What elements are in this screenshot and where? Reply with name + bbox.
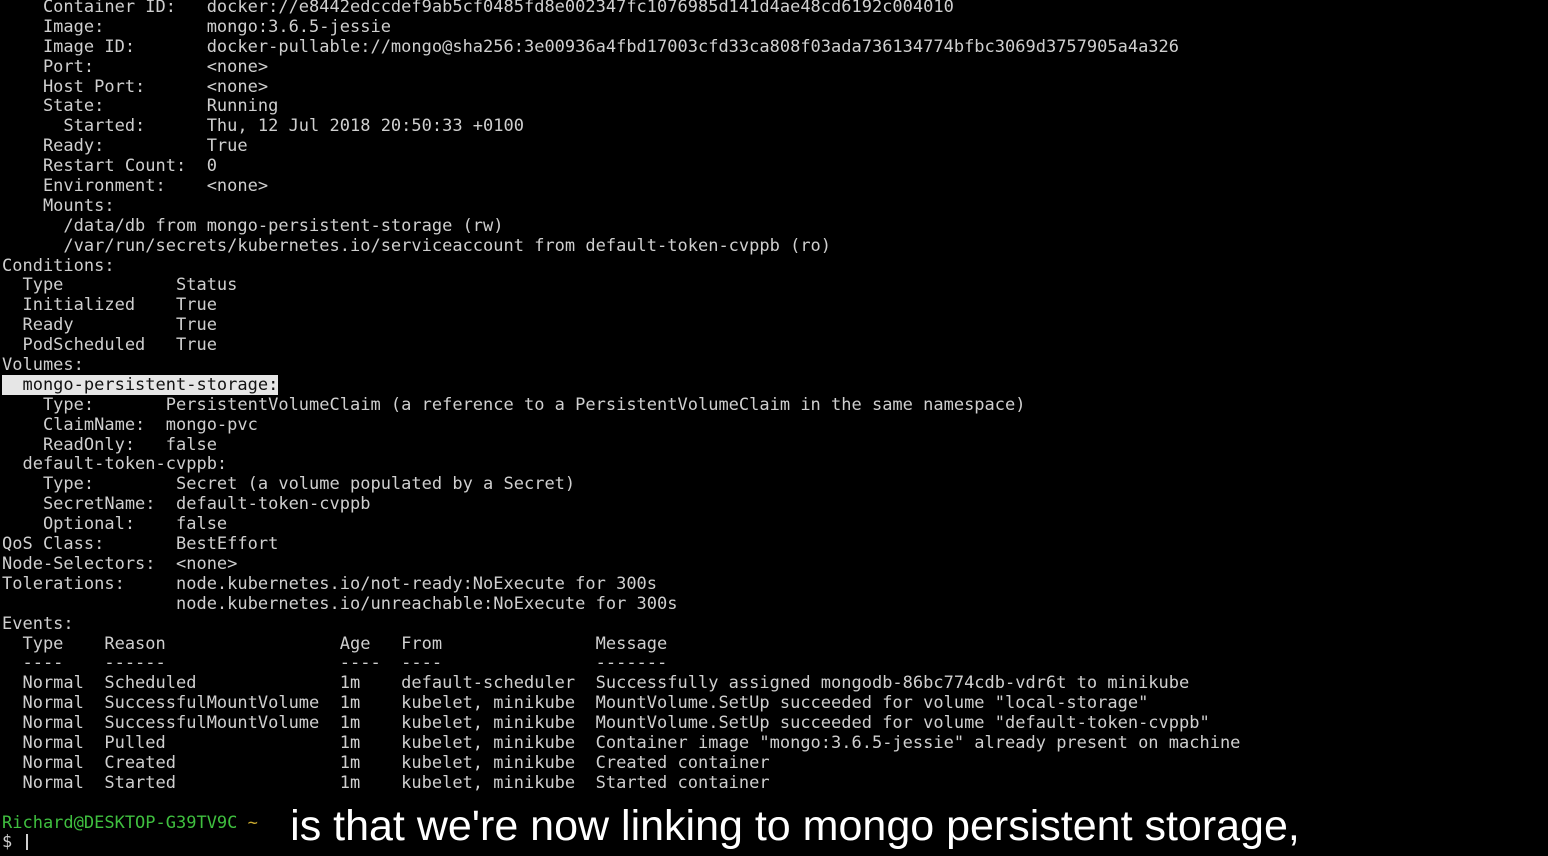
terminal-line: Volumes: [2, 355, 84, 376]
video-subtitle: is that we're now linking to mongo persi… [290, 802, 1300, 850]
terminal-line: Restart Count: 0 [2, 156, 217, 177]
terminal-line: /var/run/secrets/kubernetes.io/serviceac… [2, 235, 832, 256]
terminal-line: node.kubernetes.io/unreachable:NoExecute… [2, 593, 678, 614]
terminal-line: /data/db from mongo-persistent-storage (… [2, 215, 504, 236]
terminal-line: Conditions: [2, 255, 115, 276]
terminal-line: Container ID: docker://e8442edccdef9ab5c… [2, 0, 954, 17]
selected-text-highlight: mongo-persistent-storage: [2, 374, 279, 395]
terminal-line: Image: mongo:3.6.5-jessie [2, 16, 391, 37]
terminal-line: Environment: <none> [2, 176, 269, 197]
terminal-line: Ready: True [2, 136, 248, 157]
terminal-line: Port: <none> [2, 56, 269, 77]
terminal-line: Host Port: <none> [2, 76, 269, 97]
terminal-line: mongo-persistent-storage: [2, 374, 1546, 396]
terminal-line: QoS Class: BestEffort [2, 534, 279, 555]
terminal-line: ClaimName: mongo-pvc [2, 414, 258, 435]
terminal-line: default-token-cvppb: [2, 454, 228, 475]
terminal-line: Ready True [2, 315, 217, 336]
terminal-line: Node-Selectors: <none> [2, 553, 238, 574]
terminal-line: Normal Created 1m kubelet, minikube Crea… [2, 752, 770, 773]
terminal-line: Optional: false [2, 514, 228, 535]
terminal-line: Started: Thu, 12 Jul 2018 20:50:33 +0100 [2, 116, 524, 137]
terminal-line: Normal SuccessfulMountVolume 1m kubelet,… [2, 713, 1210, 734]
terminal-line: Image ID: docker-pullable://mongo@sha256… [2, 36, 1180, 57]
terminal-line: Normal SuccessfulMountVolume 1m kubelet,… [2, 693, 1149, 714]
terminal-line: Type Reason Age From Message [2, 633, 668, 654]
terminal-line: Normal Pulled 1m kubelet, minikube Conta… [2, 732, 1241, 753]
terminal-line: Normal Started 1m kubelet, minikube Star… [2, 772, 770, 793]
terminal-output: Container ID: docker://e8442edccdef9ab5c… [2, 0, 1546, 814]
terminal-line: PodScheduled True [2, 335, 217, 356]
terminal-line: Mounts: [2, 195, 115, 216]
terminal-line: SecretName: default-token-cvppb [2, 494, 371, 515]
terminal-line: Type: PersistentVolumeClaim (a reference… [2, 394, 1026, 415]
terminal-line: ---- ------ ---- ---- ------- [2, 653, 668, 674]
terminal-line: Normal Scheduled 1m default-scheduler Su… [2, 673, 1190, 694]
terminal-line: Type: Secret (a volume populated by a Se… [2, 474, 576, 495]
terminal-line: Type Status [2, 275, 238, 296]
terminal-line: Initialized True [2, 295, 217, 316]
terminal-line: ReadOnly: false [2, 434, 217, 455]
terminal-line: Tolerations: node.kubernetes.io/not-read… [2, 573, 658, 594]
terminal-line: Events: [2, 613, 74, 634]
terminal-line: State: Running [2, 96, 279, 117]
terminal-window[interactable]: Container ID: docker://e8442edccdef9ab5c… [2, 0, 1546, 856]
